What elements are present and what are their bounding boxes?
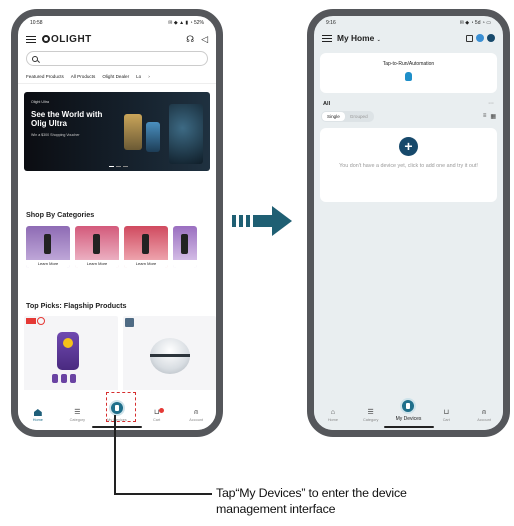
devices-header: All ··· xyxy=(314,93,503,107)
tap-to-run-card[interactable]: Tap-to-Run/Automation xyxy=(320,53,497,93)
empty-devices-card: + You don't have a device yet, click to … xyxy=(320,128,497,202)
tab-featured-products[interactable]: Featured Products xyxy=(26,74,64,79)
status-bar: 9:16 ✉ ◆ ◔ 5d ◔ ▭ xyxy=(314,16,503,29)
category-card[interactable]: Learn More xyxy=(75,226,119,268)
tab-single[interactable]: Single xyxy=(322,112,345,121)
top-picks-title: Top Picks: Flagship Products xyxy=(26,301,127,310)
tap-to-run-label: Tap-to-Run/Automation xyxy=(382,61,435,67)
hand-tap-icon xyxy=(405,72,412,81)
list-view-icon[interactable]: ≡ xyxy=(483,113,487,120)
learn-more-link[interactable]: Learn More xyxy=(26,260,70,268)
shop-by-categories-title: Shop By Categories xyxy=(26,210,95,219)
learn-more-link[interactable] xyxy=(173,260,197,268)
home-selector[interactable]: My Home ⌄ xyxy=(337,33,461,43)
menu-icon[interactable] xyxy=(322,34,332,42)
search-icon xyxy=(32,55,38,62)
tab-all-products[interactable]: All Products xyxy=(71,74,96,79)
instruction-line-2: management interface xyxy=(216,502,336,516)
my-devices-highlight xyxy=(106,392,136,422)
add-device-button[interactable]: + xyxy=(399,137,418,156)
empty-state-text: You don't have a device yet, click to ad… xyxy=(339,163,478,169)
banner-brand: Olight Ultra xyxy=(31,100,49,104)
category-card[interactable] xyxy=(173,226,197,268)
nav-account[interactable]: ⍝ Account xyxy=(471,409,497,422)
nav-home[interactable]: Home xyxy=(25,409,51,422)
instruction-line-1: Tap“My Devices” to enter the device xyxy=(216,486,407,500)
nav-category[interactable]: ☰ Category xyxy=(64,409,90,422)
headset-icon[interactable]: ☊ xyxy=(186,34,194,45)
cart-badge xyxy=(158,408,164,413)
promo-banner[interactable]: Olight Ultra See the World with Olig Ult… xyxy=(24,92,210,171)
accessory-image xyxy=(52,374,76,383)
category-icon: ☰ xyxy=(74,409,81,416)
add-icon[interactable] xyxy=(487,34,495,42)
category-card[interactable]: Learn More xyxy=(26,226,70,268)
nav-home[interactable]: ⌂ Home xyxy=(320,409,346,422)
status-icons: ✉ ◆ ▲ ▮ ◔ 52% xyxy=(168,19,204,26)
nav-cart[interactable]: ⊔ Cart xyxy=(144,408,170,422)
product-card[interactable] xyxy=(24,316,118,394)
category-tabs: Featured Products All Products Olight De… xyxy=(18,68,216,84)
status-icons: ✉ ◆ ◔ 5d ◔ ▭ xyxy=(459,19,491,26)
grid-view-icon[interactable]: ▦ xyxy=(490,113,496,120)
arrow-right-icon xyxy=(232,206,292,236)
speaker-icon[interactable]: ◁ xyxy=(201,34,208,45)
banner-flashlight-image xyxy=(124,114,142,150)
home-indicator xyxy=(92,426,142,428)
status-time: 10:58 xyxy=(30,19,43,26)
lantern-image xyxy=(149,338,190,374)
home-indicator xyxy=(383,426,434,428)
top-picks-list xyxy=(24,316,216,394)
olight-logo: OLIGHT xyxy=(42,34,180,45)
badge-icon xyxy=(37,317,45,325)
nav-category[interactable]: ☰ Category xyxy=(358,409,384,422)
more-icon[interactable]: ··· xyxy=(488,101,494,107)
cart-icon: ⊔ xyxy=(443,409,450,416)
product-card[interactable] xyxy=(122,316,216,394)
search-input[interactable] xyxy=(26,51,208,66)
category-icon: ☰ xyxy=(367,409,374,416)
account-icon: ⍝ xyxy=(481,409,487,416)
learn-more-link[interactable]: Learn More xyxy=(75,260,119,268)
tab-grouped[interactable]: Grouped xyxy=(345,112,373,121)
bottom-nav: ⌂ Home ☰ Category My Devices ⊔ Cart ⍝ Ac… xyxy=(314,390,503,430)
new-badge xyxy=(26,318,36,324)
all-label: All xyxy=(323,101,331,107)
home-icon xyxy=(33,409,42,416)
instruction-text: Tap“My Devices” to enter the device mana… xyxy=(216,485,407,517)
scan-icon[interactable] xyxy=(466,34,473,42)
nav-my-devices[interactable]: My Devices xyxy=(395,398,421,422)
my-home-header: My Home ⌄ xyxy=(314,29,503,47)
menu-icon[interactable] xyxy=(26,35,36,43)
badge-icon xyxy=(124,318,134,327)
account-icon: ⍝ xyxy=(194,409,199,416)
chevron-down-icon: ⌄ xyxy=(376,37,381,43)
app-header: OLIGHT ☊ ◁ xyxy=(18,29,216,49)
category-carousel: Learn More Learn More Learn More xyxy=(26,226,197,268)
phone-my-home: 9:16 ✉ ◆ ◔ 5d ◔ ▭ My Home ⌄ Tap-to-Run/A… xyxy=(307,9,510,437)
purple-flashlight-image xyxy=(57,332,79,370)
category-card[interactable]: Learn More xyxy=(124,226,168,268)
phone-olight-home: 10:58 ✉ ◆ ▲ ▮ ◔ 52% OLIGHT ☊ ◁ Featured … xyxy=(11,9,223,437)
tab-more[interactable]: Lo xyxy=(136,74,141,79)
banner-subtitle: Win a $300 Shopping Voucher xyxy=(31,133,80,137)
status-time: 9:16 xyxy=(326,19,336,26)
banner-title: See the World with Olig Ultra xyxy=(31,110,103,128)
banner-scene-image xyxy=(169,104,203,164)
nav-cart[interactable]: ⊔ Cart xyxy=(433,409,459,422)
callout-line-horizontal xyxy=(114,493,212,495)
chevron-right-icon[interactable]: › xyxy=(148,74,150,79)
status-bar: 10:58 ✉ ◆ ▲ ▮ ◔ 52% xyxy=(18,16,216,29)
carousel-dots xyxy=(109,165,128,167)
devices-icon xyxy=(400,398,417,414)
weather-icon[interactable] xyxy=(476,34,484,42)
learn-more-link[interactable]: Learn More xyxy=(124,260,168,268)
device-view-toggle: Single Grouped xyxy=(321,111,374,122)
callout-line-vertical xyxy=(114,415,116,494)
home-icon: ⌂ xyxy=(330,409,335,416)
nav-account[interactable]: ⍝ Account xyxy=(183,409,209,422)
banner-flashlight-image xyxy=(146,122,160,152)
tab-olight-dealer[interactable]: Olight Dealer xyxy=(102,74,129,79)
